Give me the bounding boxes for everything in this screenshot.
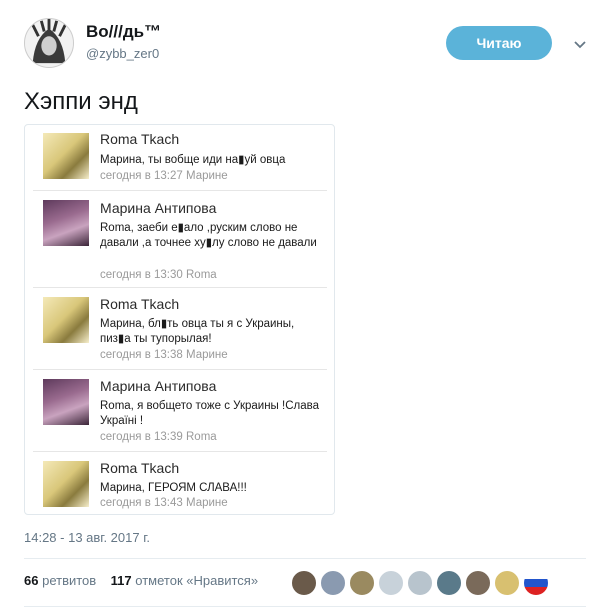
divider [24, 606, 586, 607]
liker-avatar[interactable] [291, 570, 317, 596]
comment-meta: сегодня в 13:30 Roma [100, 269, 217, 281]
comment-text: Roma, заеби е▮ало ,руским слово не давал… [100, 222, 317, 249]
commenter-name: Марина Антипова [100, 378, 217, 394]
commenter-avatar [43, 297, 89, 343]
author-avatar[interactable] [24, 18, 74, 68]
tweet-media-image[interactable]: Roma Tkach Марина, ты вобще иди на▮уй ов… [24, 124, 335, 515]
commenter-avatar [43, 461, 89, 507]
liker-avatar[interactable] [494, 570, 520, 596]
commenter-name: Roma Tkach [100, 460, 180, 476]
comment-text: Марина, бл▮ть овца ты я с Украины, пиз▮а… [100, 318, 295, 345]
likes-label[interactable]: отметок «Нравится» [135, 573, 258, 588]
chevron-down-icon[interactable] [572, 36, 588, 52]
author-handle[interactable]: @zybb_zer0 [86, 46, 159, 61]
commenter-avatar [43, 133, 89, 179]
follow-button[interactable]: Читаю [446, 26, 552, 60]
retweets-count[interactable]: 66 [24, 573, 38, 588]
comment-item: Roma Tkach Марина, ты вобще иди на▮уй ов… [33, 125, 327, 191]
liker-avatar[interactable] [320, 570, 346, 596]
comment-item: Марина Антипова Roma, заеби е▮ало ,руски… [33, 191, 327, 288]
comment-item: Roma Tkach Марина, ГЕРОЯМ СЛАВА!!! сегод… [33, 452, 327, 514]
likes-count[interactable]: 117 [111, 573, 132, 588]
comment-text: Марина, ГЕРОЯМ СЛАВА!!! [100, 482, 247, 494]
comment-text: Roma, я вобщето тоже с Украины !Слава Ук… [100, 400, 319, 427]
commenter-avatar [43, 200, 89, 246]
liker-avatar[interactable] [436, 570, 462, 596]
comment-text: Марина, ты вобще иди на▮уй овца [100, 154, 286, 166]
comment-meta: сегодня в 13:38 Марине [100, 349, 228, 361]
liker-avatar[interactable] [349, 570, 375, 596]
liker-avatar[interactable] [465, 570, 491, 596]
liker-avatar[interactable] [378, 570, 404, 596]
liker-avatar[interactable] [523, 570, 549, 596]
engagement-stats: 66 ретвитов 117 отметок «Нравится» [24, 573, 258, 588]
comment-item: Roma Tkach Марина, бл▮ть овца ты я с Укр… [33, 288, 327, 370]
liker-avatar[interactable] [407, 570, 433, 596]
divider [24, 558, 586, 559]
tweet-header: Во///дь™ @zybb_zer0 Читаю [24, 18, 590, 70]
comment-meta: сегодня в 13:39 Roma [100, 431, 217, 443]
comment-item: Марина Антипова Roma, я вобщето тоже с У… [33, 370, 327, 452]
commenter-name: Roma Tkach [100, 296, 180, 312]
author-avatar-image [25, 19, 73, 67]
retweets-label[interactable]: ретвитов [42, 573, 96, 588]
commenter-name: Марина Антипова [100, 200, 217, 216]
tweet-timestamp[interactable]: 14:28 - 13 авг. 2017 г. [24, 530, 150, 545]
commenter-avatar [43, 379, 89, 425]
comment-meta: сегодня в 13:27 Марине [100, 170, 228, 182]
author-display-name[interactable]: Во///дь™ [86, 22, 161, 42]
comment-meta: сегодня в 13:43 Марине [100, 497, 228, 509]
tweet-text: Хэппи энд [24, 88, 138, 115]
commenter-name: Roma Tkach [100, 131, 180, 147]
